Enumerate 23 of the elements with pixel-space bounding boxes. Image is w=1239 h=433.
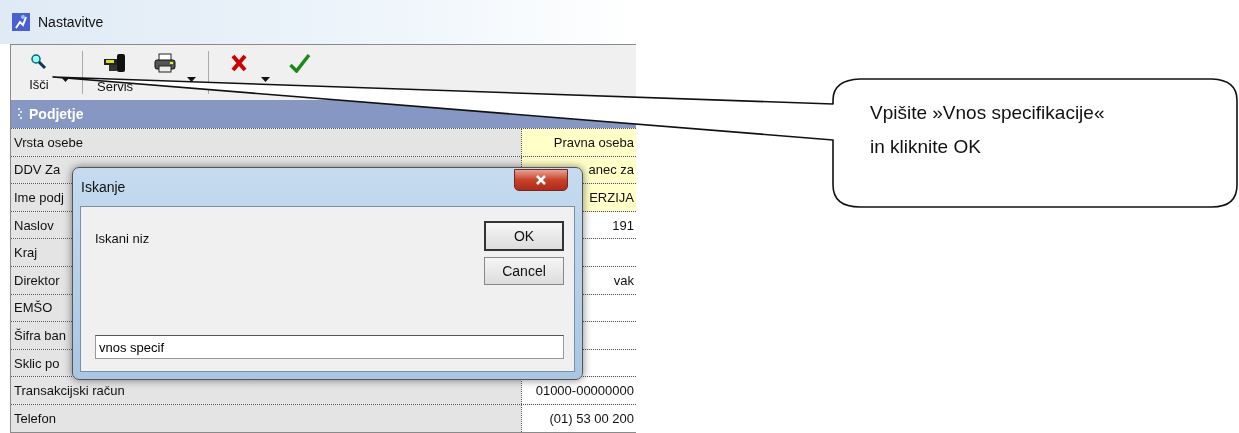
caret-icon[interactable] xyxy=(187,77,197,82)
property-value[interactable]: Pravna oseba xyxy=(521,129,636,156)
checkmark-icon xyxy=(289,53,312,73)
property-value[interactable]: 01000-00000000 xyxy=(521,377,636,404)
tools-icon xyxy=(103,53,128,73)
close-icon xyxy=(535,175,547,185)
section-title: Podjetje xyxy=(29,106,84,122)
app-icon xyxy=(12,13,30,31)
property-label: Vrsta osebe xyxy=(11,129,521,156)
cancel-button[interactable]: Cancel xyxy=(484,257,564,285)
callout-text: Vpišite »Vnos specifikacije« in kliknite OK xyxy=(870,101,1106,159)
caret-icon[interactable] xyxy=(261,77,271,82)
search-field[interactable]: vnos specif xyxy=(95,335,564,359)
search-button[interactable]: Išči xyxy=(19,45,59,92)
window-title: Nastavitve xyxy=(38,14,104,30)
ok-button[interactable]: OK xyxy=(484,221,564,251)
printer-icon xyxy=(153,53,178,73)
property-value[interactable]: (01) 53 00 200 xyxy=(521,404,636,432)
cross-icon xyxy=(230,53,249,73)
property-label: Telefon xyxy=(11,404,521,432)
grip-icon xyxy=(17,108,23,120)
close-button[interactable] xyxy=(514,169,568,191)
magnifier-icon xyxy=(30,53,48,71)
